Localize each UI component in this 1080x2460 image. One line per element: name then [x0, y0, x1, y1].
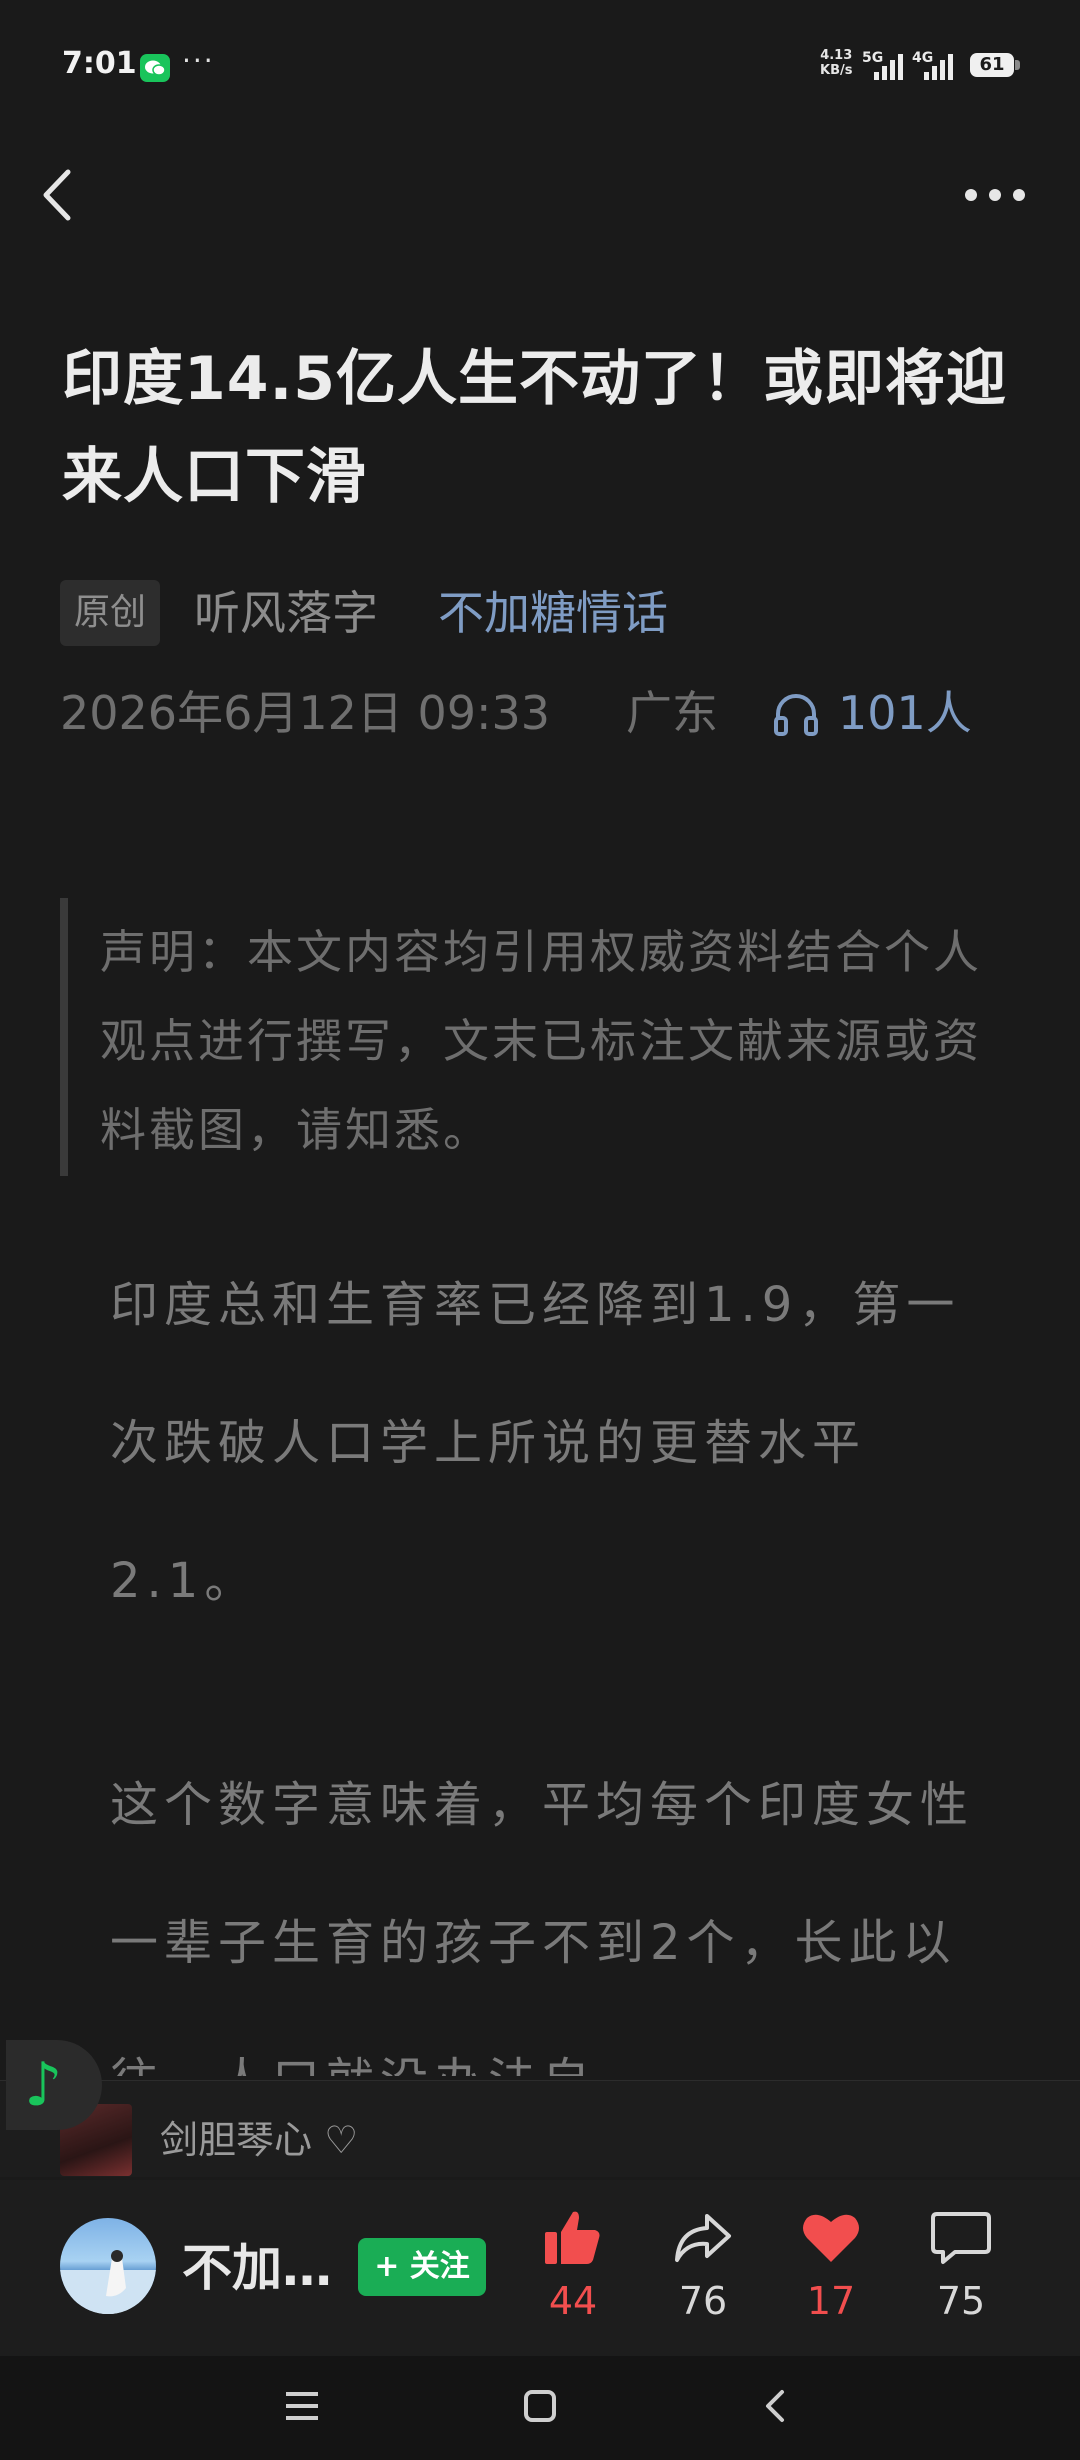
- heart-icon: [803, 2214, 859, 2262]
- listener-count[interactable]: 101人: [838, 680, 972, 746]
- like-button[interactable]: 44: [518, 2206, 628, 2326]
- author-name: 听风落字: [194, 586, 378, 640]
- like-count: 44: [548, 2279, 598, 2323]
- favorite-count: 17: [806, 2279, 856, 2323]
- home-icon[interactable]: [520, 2386, 560, 2426]
- comment-icon: [931, 2212, 991, 2264]
- original-tag: 原创: [60, 580, 161, 646]
- back-button[interactable]: [30, 160, 90, 230]
- related-title[interactable]: 剑胆琴心 ♡: [160, 2112, 358, 2168]
- avatar[interactable]: [60, 2218, 156, 2314]
- chevron-left-icon: [43, 169, 71, 221]
- share-icon: [675, 2214, 731, 2262]
- paragraph-1: 印度总和生育率已经降到1.9，第一次跌破人口学上所说的更替水平2.1。: [110, 1277, 961, 1609]
- signal-icon-2: [924, 54, 953, 80]
- menu-icon[interactable]: [282, 2388, 322, 2424]
- favorite-button[interactable]: 17: [776, 2206, 886, 2326]
- publish-location: 广东: [626, 686, 718, 740]
- thumbs-up-icon: [545, 2211, 600, 2264]
- battery-icon: 61: [970, 53, 1014, 77]
- battery-tip: [1015, 60, 1020, 70]
- headphones-icon[interactable]: [770, 688, 822, 740]
- music-note-icon: ♪: [24, 2050, 63, 2120]
- status-overflow: ···: [182, 44, 215, 77]
- disclaimer-text: 声明：本文内容均引用权威资料结合个人观点进行撰写，文末已标注文献来源或资料截图，…: [100, 925, 982, 1157]
- account-link[interactable]: 不加糖情话: [438, 580, 668, 646]
- share-button[interactable]: 76: [648, 2206, 758, 2326]
- comment-count: 75: [936, 2279, 986, 2323]
- back-icon[interactable]: [756, 2386, 796, 2426]
- share-count: 76: [678, 2279, 728, 2323]
- footer-author-name[interactable]: 不加…: [182, 2236, 332, 2300]
- net-speed: 4.13 KB/s: [820, 48, 853, 78]
- status-time: 7:01: [62, 46, 137, 81]
- comment-button[interactable]: 75: [906, 2206, 1016, 2326]
- article-title: 印度14.5亿人生不动了！或即将迎来人口下滑: [62, 344, 1008, 512]
- quote-bar: [60, 898, 68, 1176]
- publish-date: 2026年6月12日 09:33: [60, 686, 551, 740]
- wechat-notification-icon: [140, 54, 170, 82]
- follow-button[interactable]: + 关注: [358, 2238, 486, 2296]
- more-horizontal-icon: [965, 189, 1025, 201]
- signal-icon: [874, 54, 903, 80]
- paragraph-2: 这个数字意味着，平均每个印度女性一辈子生育的孩子不到2个，长此以往，人口就没办法…: [110, 1777, 975, 2076]
- more-button[interactable]: [960, 175, 1030, 215]
